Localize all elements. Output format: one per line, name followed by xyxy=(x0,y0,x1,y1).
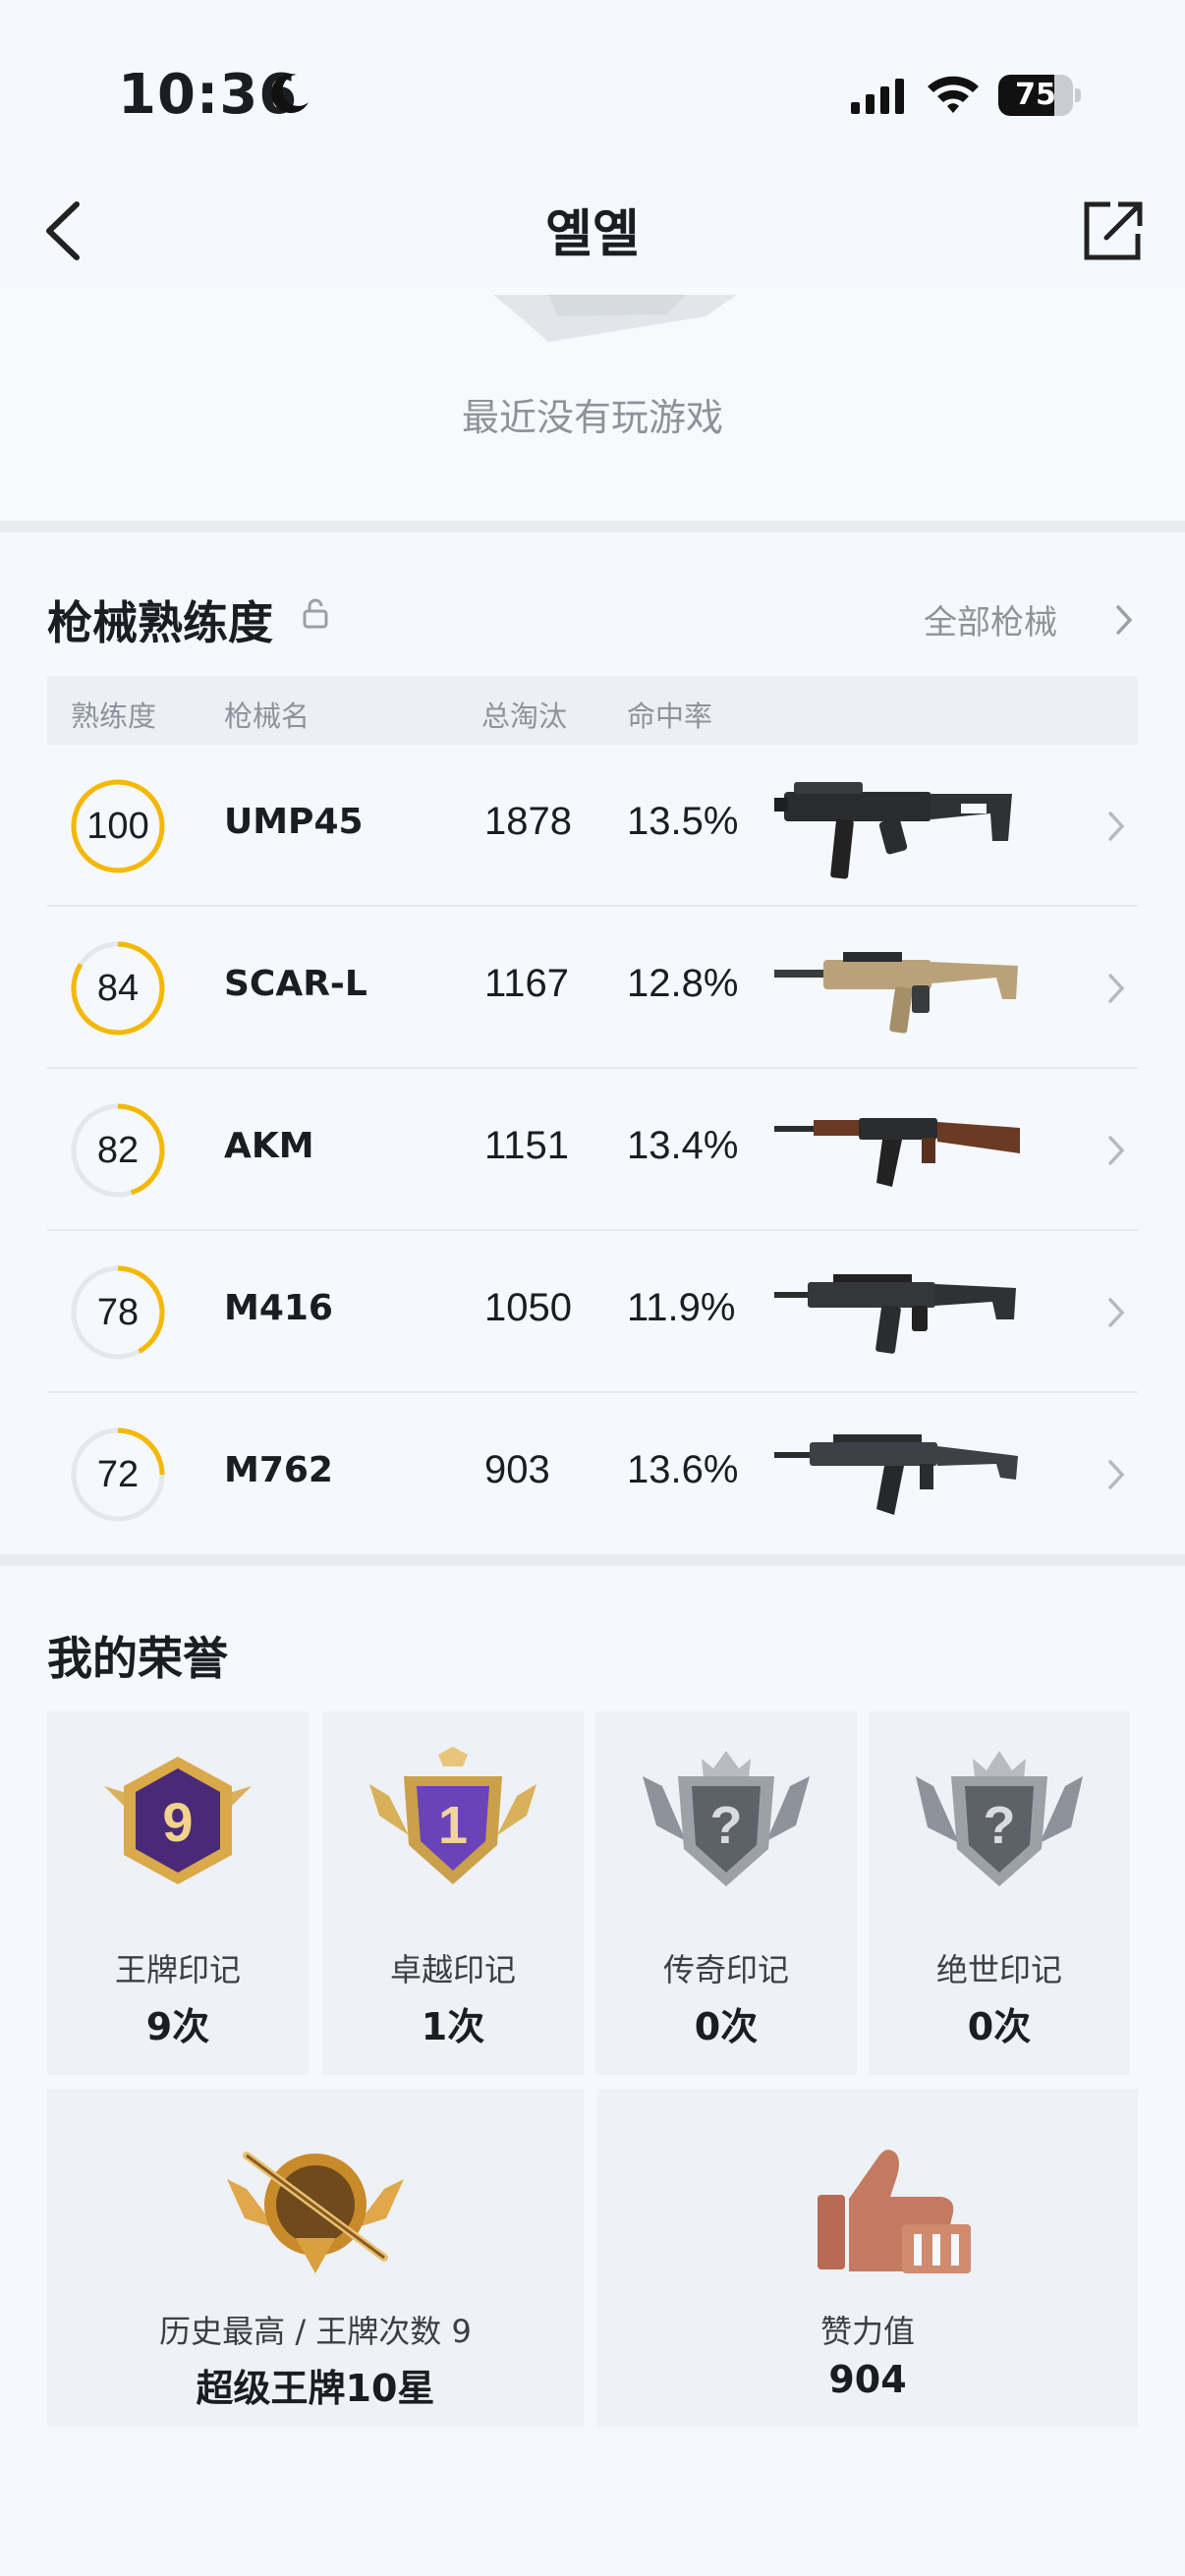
weapon-row-akm[interactable]: 82 AKM 1151 13.4% xyxy=(47,1069,1138,1231)
section-divider xyxy=(0,1554,1185,1566)
weapon-name: SCAR-L xyxy=(224,964,367,1004)
likes-label: 赞力值 xyxy=(819,2313,915,2350)
chevron-right-icon xyxy=(1108,974,1125,1003)
highest-rank-label: 历史最高 / 王牌次数 9 xyxy=(159,2313,472,2350)
weapon-kills: 1151 xyxy=(484,1124,570,1167)
m416-gun-icon xyxy=(774,1274,1016,1354)
likes-value: 904 xyxy=(828,2358,907,2401)
proficiency-value: 78 xyxy=(96,1292,140,1333)
honor-name: 传奇印记 xyxy=(662,1951,789,1988)
chevron-right-icon xyxy=(1108,812,1125,841)
moon-icon xyxy=(271,74,309,114)
section-divider xyxy=(0,521,1185,532)
highest-rank-value: 超级王牌10星 xyxy=(196,2367,435,2410)
column-accuracy: 命中率 xyxy=(627,700,713,733)
honor-count: 1次 xyxy=(421,2005,485,2048)
weapon-table-header: 熟练度 枪械名 总淘汰 命中率 xyxy=(47,676,1138,745)
chevron-right-icon xyxy=(1116,605,1133,635)
column-proficiency: 熟练度 xyxy=(71,700,157,733)
weapon-kills: 1878 xyxy=(484,800,572,843)
back-chevron-icon[interactable] xyxy=(39,196,88,265)
proficiency-value: 82 xyxy=(96,1130,140,1171)
page-title: 옐옐 xyxy=(545,205,640,264)
weapon-name: UMP45 xyxy=(224,802,364,842)
honor-name: 绝世印记 xyxy=(935,1951,1062,1988)
honor-card-peerless[interactable]: ? 绝世印记 0次 xyxy=(869,1711,1130,2075)
svg-text:?: ? xyxy=(710,1796,743,1855)
excellence-mark-badge-icon: 1 xyxy=(369,1747,536,1884)
highest-rank-card[interactable]: 历史最高 / 王牌次数 9 超级王牌10星 xyxy=(47,2089,584,2427)
honor-count: 0次 xyxy=(694,2005,759,2048)
honor-count: 9次 xyxy=(145,2005,210,2048)
svg-text:9: 9 xyxy=(162,1791,193,1853)
weapon-row-scar-l[interactable]: 84 SCAR-L 1167 12.8% xyxy=(47,907,1138,1069)
battery-indicator: 75 xyxy=(998,75,1081,116)
weapon-accuracy: 13.6% xyxy=(627,1448,739,1491)
battery-level: 75 xyxy=(1015,78,1056,112)
svg-text:?: ? xyxy=(984,1796,1016,1855)
no-recent-games-text: 最近没有玩游戏 xyxy=(461,396,723,439)
proficiency-value: 84 xyxy=(96,968,140,1009)
weapon-name: M416 xyxy=(224,1288,333,1328)
ump45-gun-icon xyxy=(774,782,1012,879)
honor-name: 卓越印记 xyxy=(389,1951,516,1988)
all-weapons-link[interactable]: 全部枪械 xyxy=(924,595,1140,644)
chevron-right-icon xyxy=(1108,1460,1125,1489)
honor-count: 0次 xyxy=(967,2005,1032,2048)
weapon-accuracy: 13.5% xyxy=(627,800,739,843)
scar-l-gun-icon xyxy=(774,952,1018,1034)
share-icon[interactable] xyxy=(1081,196,1144,263)
chevron-right-icon xyxy=(1108,1298,1125,1327)
proficiency-value: 100 xyxy=(86,806,149,847)
weapon-accuracy: 13.4% xyxy=(627,1124,739,1167)
akm-gun-icon xyxy=(774,1118,1020,1187)
honor-card-legend[interactable]: ? 传奇印记 0次 xyxy=(595,1711,857,2075)
weapon-kills: 903 xyxy=(484,1448,550,1491)
super-ace-badge-icon xyxy=(227,2152,404,2273)
weapon-section-title: 枪械熟练度 xyxy=(47,596,273,649)
empty-state-illustration-icon xyxy=(493,295,737,342)
svg-text:1: 1 xyxy=(438,1796,468,1855)
weapon-accuracy: 12.8% xyxy=(627,962,739,1005)
weapon-name: AKM xyxy=(224,1126,314,1166)
weapon-kills: 1167 xyxy=(484,962,570,1005)
weapon-accuracy: 11.9% xyxy=(627,1286,736,1329)
honor-name: 王牌印记 xyxy=(114,1951,241,1988)
recent-game-panel: 最近没有玩游戏 xyxy=(0,285,1185,521)
weapon-kills: 1050 xyxy=(484,1286,572,1329)
weapon-name: M762 xyxy=(224,1450,333,1490)
ace-mark-badge-icon: 9 xyxy=(104,1757,252,1884)
column-weapon-name: 枪械名 xyxy=(224,700,310,733)
legend-mark-badge-icon: ? xyxy=(643,1751,810,1886)
honor-card-excellence[interactable]: 1 卓越印记 1次 xyxy=(322,1711,584,2075)
chevron-right-icon xyxy=(1108,1136,1125,1165)
m762-gun-icon xyxy=(774,1434,1018,1515)
column-total-kills: 总淘汰 xyxy=(481,700,568,733)
thumbs-up-icon xyxy=(818,2150,971,2273)
peerless-mark-badge-icon: ? xyxy=(916,1751,1083,1886)
weapon-row-m416[interactable]: 78 M416 1050 11.9% xyxy=(47,1231,1138,1393)
lock-icon xyxy=(303,598,328,629)
weapon-row-m762[interactable]: 72 M762 903 13.6% xyxy=(47,1393,1138,1555)
wifi-icon xyxy=(928,76,979,113)
honors-section-title: 我的荣誉 xyxy=(47,1632,228,1685)
honor-card-ace[interactable]: 9 王牌印记 9次 xyxy=(47,1711,309,2075)
likes-card[interactable]: 赞力值 904 xyxy=(597,2089,1138,2427)
cellular-signal-icon xyxy=(851,79,904,114)
all-weapons-label: 全部枪械 xyxy=(924,603,1057,643)
status-bar: 10:36 75 xyxy=(0,0,1185,187)
proficiency-value: 72 xyxy=(96,1454,140,1495)
weapon-row-ump45[interactable]: 100 UMP45 1878 13.5% xyxy=(47,745,1138,907)
